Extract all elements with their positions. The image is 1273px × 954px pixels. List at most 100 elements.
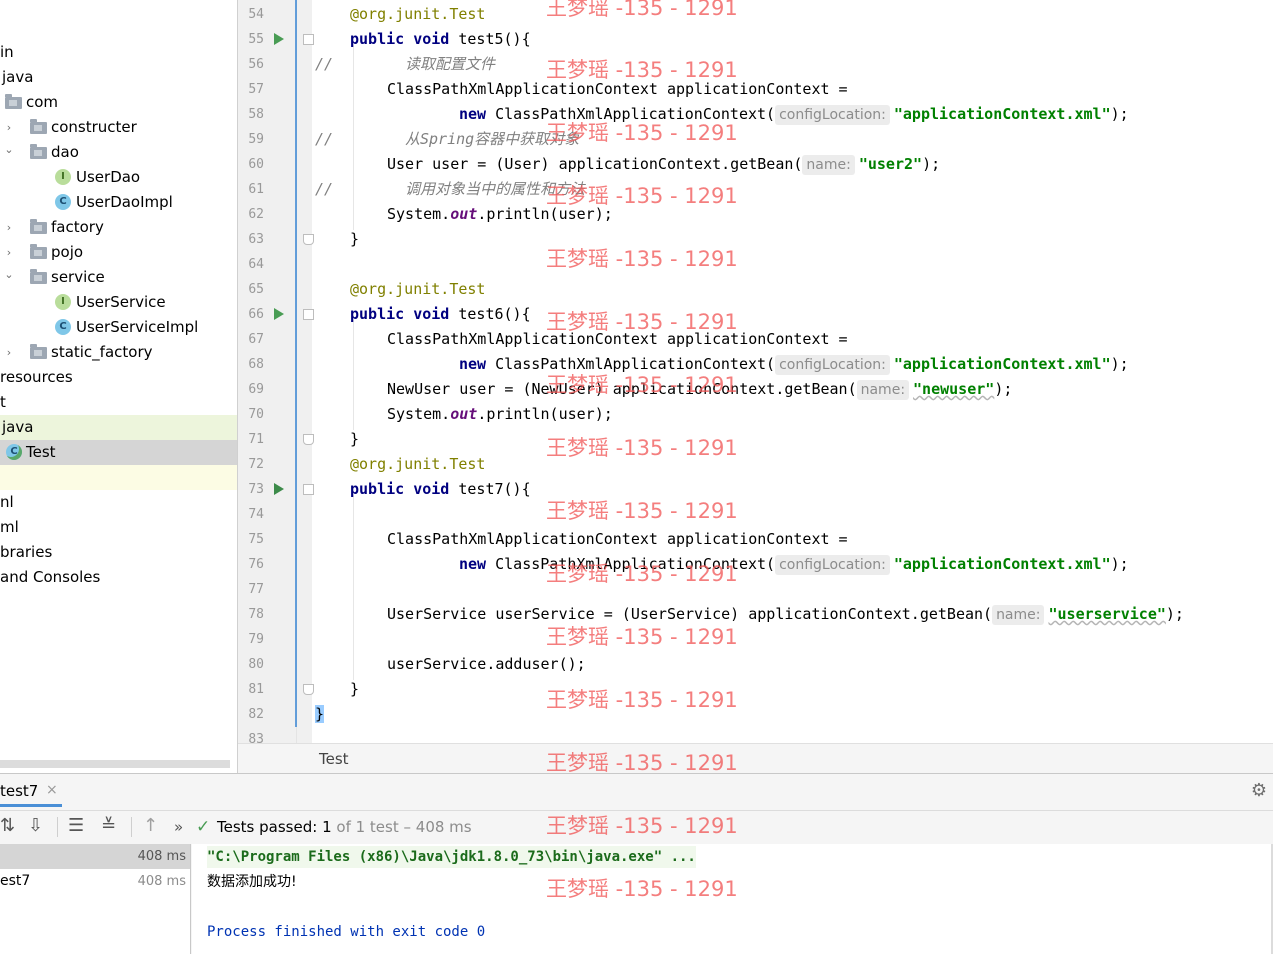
tree-item-userdaoimpl[interactable]: C UserDaoImpl [0, 190, 238, 215]
tree-item-label: nl [0, 493, 14, 511]
tree-item-dao[interactable]: ⌄ dao [0, 140, 238, 165]
tree-item-ml[interactable]: ml [0, 515, 238, 540]
run-toolbar: ⇅ ⇩ ☰ ≚ ↑ » ✓ Tests passed: 1 of 1 test … [0, 810, 1273, 843]
tree-item-service[interactable]: ⌄ service [0, 265, 238, 290]
keyword-token: void [413, 305, 450, 323]
tree-item-label: braries [0, 543, 53, 561]
chevron-right-icon[interactable]: › [3, 340, 15, 365]
annotation-class-token: Test [449, 5, 486, 23]
tree-item-t[interactable]: t [0, 390, 238, 415]
folder-icon [30, 219, 47, 234]
collapse-all-icon[interactable]: ≚ [101, 815, 116, 837]
line-number: 68 [248, 357, 264, 372]
run-test-icon[interactable] [274, 308, 284, 320]
code-line-66: public void test6(){ [350, 302, 531, 327]
code-line-70: System.out.println(user); [387, 402, 613, 427]
line-number: 83 [248, 732, 264, 743]
test-row-test7[interactable]: est7 408 ms [0, 869, 190, 894]
string-literal: "userservice" [1048, 605, 1166, 623]
indent-guide [353, 320, 354, 430]
code-text: System. [387, 205, 451, 223]
tree-item-test-java[interactable]: java [0, 415, 238, 440]
indent-guide [353, 495, 354, 680]
chevron-down-icon[interactable]: ⌄ [3, 137, 15, 162]
test-row-root[interactable]: 408 ms [0, 844, 190, 869]
breadcrumb-item-test[interactable]: Test [319, 750, 349, 768]
tree-item-scratches[interactable]: and Consoles [0, 565, 238, 590]
comment-marker: // [315, 55, 334, 73]
string-literal: "user2" [858, 155, 923, 173]
parameter-hint: configLocation: [775, 555, 890, 575]
line-number: 81 [248, 682, 264, 697]
sort-by-duration-icon[interactable]: ⇩ [28, 815, 43, 837]
keyword-token: public [350, 305, 405, 323]
tree-item-label: ml [0, 518, 19, 536]
test-class-icon: C [6, 444, 22, 460]
rerun-test-icon[interactable] [274, 483, 284, 495]
more-actions-icon[interactable]: » [174, 816, 183, 838]
fold-marker[interactable] [303, 434, 314, 445]
tree-item-test-class[interactable]: C Test [0, 440, 238, 465]
tree-item-label: factory [51, 218, 104, 236]
keyword-token: new [459, 105, 487, 123]
fold-marker[interactable] [303, 234, 314, 245]
parameter-hint: name: [856, 380, 910, 400]
code-line-56: // 读取配置文件 [315, 52, 495, 77]
tree-item-resources[interactable]: resources [0, 365, 238, 390]
tree-item-com[interactable]: com [0, 90, 238, 115]
check-icon: ✓ [196, 817, 211, 837]
tab-test7[interactable]: test7 [0, 782, 38, 800]
code-line-76: new ClassPathXmlApplicationContext(confi… [459, 552, 1129, 577]
tree-item-label: java [2, 418, 34, 436]
comment-text: 调用对象当中的属性和方法 [405, 180, 586, 198]
tree-item-label: UserDao [76, 168, 141, 186]
annotation-class-token: Test [449, 455, 486, 473]
annotation-class-token: Test [449, 280, 486, 298]
tree-item-constructer[interactable]: › constructer [0, 115, 238, 140]
expand-all-icon[interactable]: ☰ [68, 815, 84, 837]
fold-marker[interactable] [303, 484, 314, 495]
code-line-82: } [315, 702, 325, 727]
static-field-token: out [450, 405, 478, 423]
tree-item-java[interactable]: java [0, 65, 238, 90]
tree-item-static-factory[interactable]: › static_factory [0, 340, 238, 365]
tree-item-label: UserDaoImpl [76, 193, 173, 211]
folder-icon [30, 244, 47, 259]
run-test-icon[interactable] [274, 33, 284, 45]
sort-alphabetically-icon[interactable]: ⇅ [0, 815, 15, 837]
line-number: 70 [248, 407, 264, 422]
keyword-token: void [413, 30, 450, 48]
test-duration: 408 ms [137, 849, 186, 864]
chevron-right-icon[interactable]: › [3, 215, 15, 240]
tree-item-userservice[interactable]: I UserService [0, 290, 238, 315]
code-editor[interactable]: 54 55 56 57 58 59 60 61 62 63 64 65 66 6… [238, 0, 1273, 743]
tree-item-userdao[interactable]: I UserDao [0, 165, 238, 190]
tree-item-userserviceimpl[interactable]: C UserServiceImpl [0, 315, 238, 340]
chevron-down-icon[interactable]: ⌄ [3, 262, 15, 287]
horizontal-scrollbar[interactable] [0, 760, 230, 768]
close-icon[interactable]: × [46, 782, 58, 798]
tree-item-label: resources [0, 368, 73, 386]
folder-icon [30, 144, 47, 159]
fold-marker[interactable] [303, 34, 314, 45]
tree-item-libraries[interactable]: braries [0, 540, 238, 565]
tree-item-factory[interactable]: › factory [0, 215, 238, 240]
keyword-token: void [413, 480, 450, 498]
gear-icon[interactable]: ⚙ [1251, 780, 1267, 801]
string-literal: "applicationContext.xml" [893, 105, 1111, 123]
status-count: 1 [322, 818, 332, 836]
tree-item-in[interactable]: in [0, 40, 238, 65]
previous-failed-test-icon[interactable]: ↑ [143, 815, 158, 837]
tree-item-pojo[interactable]: › pojo [0, 240, 238, 265]
console-command-line: "C:\Program Files (x86)\Java\jdk1.8.0_73… [207, 846, 696, 868]
code-punctuation: ); [1110, 555, 1129, 573]
string-literal: "applicationContext.xml" [893, 355, 1111, 373]
indent-guide [353, 45, 354, 230]
line-number: 60 [248, 157, 264, 172]
matched-brace: } [315, 705, 325, 723]
active-tab-indicator [0, 804, 62, 807]
console-output[interactable]: "C:\Program Files (x86)\Java\jdk1.8.0_73… [192, 844, 1273, 954]
tree-item-nl[interactable]: nl [0, 490, 238, 515]
fold-marker[interactable] [303, 684, 314, 695]
fold-marker[interactable] [303, 309, 314, 320]
